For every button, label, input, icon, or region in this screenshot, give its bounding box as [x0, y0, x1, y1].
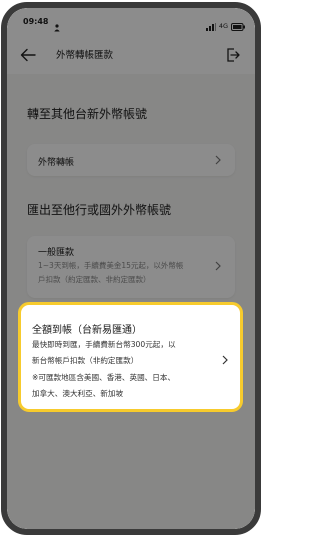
dim-overlay	[7, 8, 255, 529]
chevron-right-icon	[222, 355, 228, 365]
full-amount-desc-3: ※可匯款地區含美國、香港、英國、日本、	[32, 373, 176, 382]
full-amount-desc-4: 加拿大、澳大利亞、新加坡	[32, 389, 124, 398]
phone-frame: 09:48 4G 外幣轉帳匯款 轉至其他台新外幣帳號 外幣轉帳 匯出至他行或國外…	[1, 2, 261, 535]
full-amount-remittance-card[interactable]: 全額到帳（台新易匯通） 最快即時到匯，手續費新台幣300元起，以 新台幣帳戶扣款…	[18, 302, 243, 412]
full-amount-desc-2: 新台幣帳戶扣款（非約定匯款）	[32, 356, 139, 365]
full-amount-title: 全額到帳（台新易匯通）	[32, 325, 142, 336]
full-amount-desc-1: 最快即時到匯，手續費新台幣300元起，以	[32, 340, 176, 349]
app-screen: 09:48 4G 外幣轉帳匯款 轉至其他台新外幣帳號 外幣轉帳 匯出至他行或國外…	[7, 8, 255, 529]
